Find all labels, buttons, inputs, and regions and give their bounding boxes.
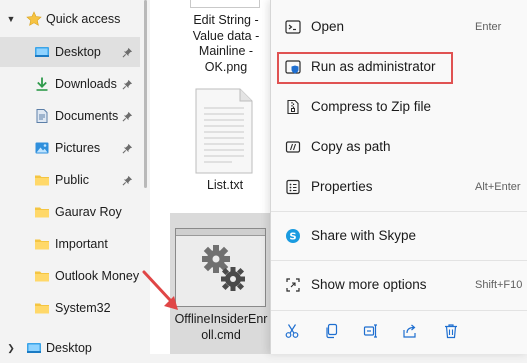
menu-label: Share with Skype [311, 228, 417, 243]
chevron-down-icon[interactable]: ▼ [6, 14, 16, 24]
pin-icon[interactable] [121, 142, 133, 154]
open-cmd-icon [285, 19, 301, 35]
folder-icon [34, 268, 50, 284]
skype-icon: S [285, 228, 301, 244]
download-arrow-icon [34, 76, 50, 92]
file-item-list-txt[interactable]: List.txt [185, 178, 265, 194]
menu-separator [271, 211, 527, 212]
folder-icon [34, 172, 50, 188]
file-name-line: Value data - [192, 28, 260, 43]
nav-quick-access[interactable]: ▼ Quick access [0, 4, 140, 34]
annotation-arrow-icon [142, 270, 178, 310]
share-icon[interactable] [401, 322, 419, 340]
menu-item-show-more-options[interactable]: Show more options Shift+F10 [271, 265, 527, 305]
chevron-right-icon[interactable]: ❯ [6, 343, 16, 354]
nav-label: Outlook Money [55, 269, 140, 283]
menu-item-properties[interactable]: Properties Alt+Enter [271, 167, 527, 207]
scrollbar-thumb[interactable] [144, 0, 147, 188]
pin-icon[interactable] [121, 78, 133, 90]
properties-icon [285, 179, 301, 195]
menu-shortcut: Alt+Enter [475, 181, 521, 193]
menu-label: Show more options [311, 277, 427, 292]
nav-label: Important [55, 237, 108, 251]
cut-icon[interactable] [283, 322, 301, 340]
menu-label: Properties [311, 179, 373, 194]
nav-item-desktop[interactable]: Desktop [0, 37, 140, 67]
file-name-line: OfflineInsiderEnr [174, 312, 268, 326]
menu-shortcut: Enter [475, 21, 502, 33]
file-name-line: oll.cmd [201, 327, 241, 342]
folder-icon [34, 204, 50, 220]
image-thumbnail [190, 0, 260, 8]
rename-icon[interactable] [362, 322, 380, 340]
documents-icon [34, 108, 50, 124]
file-name-line: OK.png [204, 59, 248, 74]
nav-item-public[interactable]: Public [0, 165, 140, 195]
file-name-line: List.txt [206, 178, 244, 192]
menu-separator [271, 260, 527, 261]
nav-label: Pictures [55, 141, 101, 155]
highlight-box [277, 52, 453, 84]
star-icon [26, 11, 42, 27]
menu-label: Compress to Zip file [311, 99, 432, 114]
folder-icon [34, 236, 50, 252]
pin-icon[interactable] [121, 46, 133, 58]
file-name-label: OfflineInsiderEnr oll.cmd [172, 312, 270, 343]
nav-desktop-root[interactable]: ❯ Desktop [0, 333, 140, 363]
nav-label: System32 [55, 301, 111, 315]
folder-icon [34, 300, 50, 316]
more-options-icon [285, 277, 301, 293]
nav-item-important[interactable]: Important [0, 229, 140, 259]
nav-label: Public [55, 173, 90, 187]
svg-text:S: S [289, 232, 296, 243]
file-name-line: Mainline - [198, 44, 254, 58]
pin-icon[interactable] [121, 110, 133, 122]
menu-separator [271, 310, 527, 311]
delete-icon[interactable] [442, 322, 460, 340]
menu-item-share-with-skype[interactable]: S Share with Skype [271, 216, 527, 256]
file-name-line: Edit String - [193, 13, 259, 27]
menu-label: Copy as path [311, 139, 391, 154]
nav-item-pictures[interactable]: Pictures [0, 133, 140, 163]
menu-item-copy-as-path[interactable]: Copy as path [271, 127, 527, 167]
pictures-icon [34, 140, 50, 156]
menu-label: Open [311, 19, 345, 34]
pin-icon[interactable] [121, 174, 133, 186]
menu-item-compress-to-zip[interactable]: Compress to Zip file [271, 87, 527, 127]
desktop-folder-icon [34, 44, 50, 60]
copy-icon[interactable] [323, 322, 341, 340]
gears-icon [202, 245, 245, 291]
menu-shortcut: Shift+F10 [475, 279, 523, 291]
nav-label: Gaurav Roy [55, 205, 122, 219]
quick-action-bar [271, 316, 527, 348]
file-item-edit-string[interactable]: Edit String - Value data - Mainline - OK… [185, 13, 267, 75]
nav-item-outlook-money[interactable]: Outlook Money [0, 261, 140, 291]
nav-label: Desktop [55, 45, 101, 59]
nav-label: Desktop [46, 341, 92, 355]
zip-icon [285, 99, 301, 115]
nav-label: Downloads [55, 77, 117, 91]
nav-item-gaurav-roy[interactable]: Gaurav Roy [0, 197, 140, 227]
nav-label: Quick access [46, 12, 121, 26]
nav-item-documents[interactable]: Documents [0, 101, 140, 131]
menu-item-open[interactable]: Open Enter [271, 7, 527, 47]
navigation-pane: ▼ Quick access Desktop Downloads Documen… [0, 0, 150, 355]
copy-path-icon [285, 139, 301, 155]
text-document-icon[interactable] [190, 88, 258, 174]
nav-item-downloads[interactable]: Downloads [0, 69, 140, 99]
cmd-file-icon [175, 228, 266, 307]
nav-item-system32[interactable]: System32 [0, 293, 140, 323]
nav-label: Documents [55, 109, 119, 123]
